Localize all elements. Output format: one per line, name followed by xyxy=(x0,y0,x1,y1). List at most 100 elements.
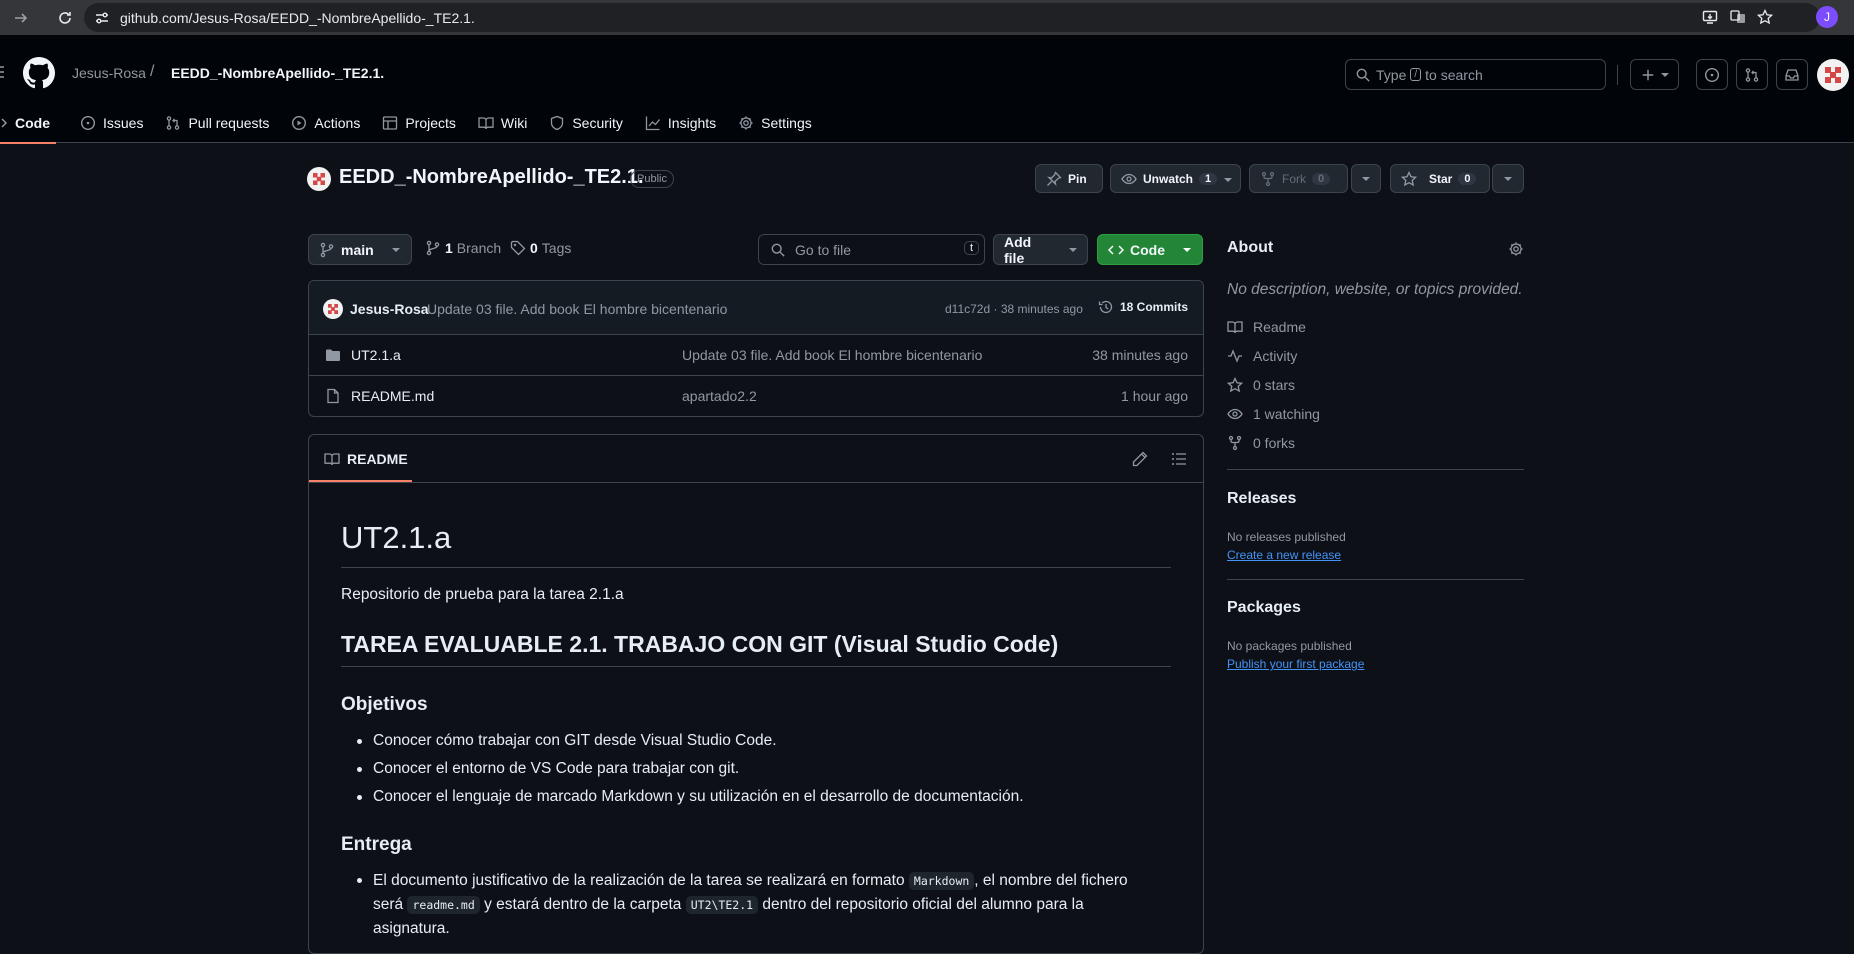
list-item: El documento justificativo de la realiza… xyxy=(341,869,1171,941)
reload-icon[interactable] xyxy=(52,5,78,31)
browser-profile-avatar[interactable]: J xyxy=(1816,6,1838,28)
address-bar[interactable]: github.com/Jesus-Rosa/EEDD_-NombreApelli… xyxy=(84,3,1820,32)
plus-icon xyxy=(1641,68,1655,82)
tag-label: Tags xyxy=(541,240,572,256)
repo-owner-avatar[interactable] xyxy=(307,167,331,191)
inbox-button[interactable] xyxy=(1776,59,1808,90)
tab-projects[interactable]: Projects xyxy=(372,103,468,143)
star-button[interactable]: Star 0 xyxy=(1390,164,1490,193)
book-icon xyxy=(1227,319,1243,335)
chevron-down-icon xyxy=(1362,175,1370,183)
chevron-down-icon xyxy=(1504,175,1512,183)
star-dropdown-button[interactable] xyxy=(1492,164,1524,193)
search-placeholder-after: to search xyxy=(1425,66,1483,83)
add-file-button[interactable]: Add file xyxy=(993,234,1088,266)
commit-message[interactable]: Update 03 file. Add book El hombre bicen… xyxy=(427,301,727,317)
menu-icon[interactable] xyxy=(0,58,6,86)
about-stars-link[interactable]: 0 stars xyxy=(1227,377,1295,393)
forward-icon[interactable] xyxy=(8,5,34,31)
about-readme-link[interactable]: Readme xyxy=(1227,319,1306,335)
commit-author[interactable]: Jesus-Rosa xyxy=(350,301,429,317)
issues-button[interactable] xyxy=(1696,59,1728,90)
about-item-label: Activity xyxy=(1253,348,1298,364)
about-forks-link[interactable]: 0 forks xyxy=(1227,435,1295,451)
tags-link[interactable]: 0 Tags xyxy=(510,240,571,256)
packages-title[interactable]: Packages xyxy=(1227,599,1301,617)
graph-icon xyxy=(645,115,661,131)
translate-icon[interactable] xyxy=(1730,9,1746,25)
list-outline-icon[interactable] xyxy=(1171,451,1187,467)
star-label: Star xyxy=(1429,171,1453,186)
create-release-link[interactable]: Create a new release xyxy=(1227,548,1341,562)
breadcrumb-owner[interactable]: Jesus-Rosa xyxy=(72,65,146,81)
readme-panel: README UT2.1.a Repositorio de prueba par… xyxy=(308,434,1204,954)
tab-security[interactable]: Security xyxy=(539,103,635,143)
search-shortcut-key: / xyxy=(1410,68,1422,81)
user-avatar[interactable] xyxy=(1817,59,1849,91)
bookmark-star-icon[interactable] xyxy=(1757,9,1773,25)
commits-link[interactable]: 18 Commits xyxy=(1098,299,1188,315)
readme-tab-underline xyxy=(309,480,412,482)
search-input[interactable]: Type / to search xyxy=(1345,59,1606,90)
unwatch-button[interactable]: Unwatch 1 xyxy=(1110,164,1241,193)
pull-requests-button[interactable] xyxy=(1736,59,1768,90)
fork-button[interactable]: Fork 0 xyxy=(1249,164,1348,193)
gear-icon[interactable] xyxy=(1508,241,1524,257)
tab-label: Wiki xyxy=(500,115,528,131)
repo-title[interactable]: EEDD_-NombreApellido-_TE2.1. xyxy=(339,166,644,189)
code-button[interactable]: Code xyxy=(1097,234,1203,265)
tab-code[interactable]: Code xyxy=(0,103,62,144)
fork-icon xyxy=(1227,435,1243,451)
readme-h3-objetivos: Objetivos xyxy=(341,694,428,715)
commits-count: 18 Commits xyxy=(1120,300,1189,314)
create-new-button[interactable] xyxy=(1630,59,1679,90)
file-name[interactable]: README.md xyxy=(351,388,434,404)
about-watching-link[interactable]: 1 watching xyxy=(1227,406,1320,422)
branch-icon xyxy=(425,240,441,256)
install-app-icon[interactable] xyxy=(1702,9,1718,25)
file-name[interactable]: UT2.1.a xyxy=(351,347,401,363)
pin-button[interactable]: Pin xyxy=(1035,164,1103,193)
url-text: github.com/Jesus-Rosa/EEDD_-NombreApelli… xyxy=(120,9,475,26)
branch-name: main xyxy=(341,241,374,258)
inline-code: UT2\TE2.1 xyxy=(685,896,759,914)
tab-actions[interactable]: Actions xyxy=(281,103,372,143)
history-icon xyxy=(1098,299,1114,315)
branches-link[interactable]: 1 Branch xyxy=(425,240,501,256)
file-commit-message[interactable]: apartado2.2 xyxy=(682,388,757,404)
about-activity-link[interactable]: Activity xyxy=(1227,348,1297,364)
publish-package-link[interactable]: Publish your first package xyxy=(1227,657,1364,671)
file-icon xyxy=(325,388,341,404)
fork-dropdown-button[interactable] xyxy=(1351,164,1381,193)
tab-issues[interactable]: Issues xyxy=(70,103,155,143)
file-commit-message[interactable]: Update 03 file. Add book El hombre bicen… xyxy=(682,347,982,363)
tab-pull-requests[interactable]: Pull requests xyxy=(155,103,281,143)
commit-author-avatar[interactable] xyxy=(323,299,343,319)
branch-label: Branch xyxy=(456,240,502,256)
releases-title[interactable]: Releases xyxy=(1227,490,1296,508)
tab-label: Issues xyxy=(103,115,144,131)
pencil-icon[interactable] xyxy=(1132,451,1148,467)
readme-tab[interactable]: README xyxy=(324,435,408,483)
commit-hash-time[interactable]: d11c72d · 38 minutes ago xyxy=(945,302,1083,316)
breadcrumb-repo[interactable]: EEDD_-NombreApellido-_TE2.1. xyxy=(171,65,384,81)
tab-settings[interactable]: Settings xyxy=(728,103,824,143)
tab-label: Pull requests xyxy=(188,115,270,131)
search-icon xyxy=(1356,68,1370,82)
github-logo-icon[interactable] xyxy=(23,57,55,89)
about-item-label: 1 watching xyxy=(1253,406,1320,422)
go-to-file-input[interactable]: Go to file t xyxy=(758,234,985,265)
star-icon xyxy=(1401,170,1417,187)
tab-label: Insights xyxy=(667,115,717,131)
latest-commit-row: Jesus-Rosa Update 03 file. Add book El h… xyxy=(309,281,1203,335)
tab-wiki[interactable]: Wiki xyxy=(468,103,539,143)
site-info-icon[interactable] xyxy=(94,10,110,26)
browser-toolbar: github.com/Jesus-Rosa/EEDD_-NombreApelli… xyxy=(0,0,1854,35)
visibility-badge: Public xyxy=(630,170,674,188)
file-row: README.md apartado2.2 1 hour ago xyxy=(309,376,1203,416)
tab-insights[interactable]: Insights xyxy=(635,103,728,143)
repo-tabs: Code Issues Pull requests Actions Projec… xyxy=(0,103,824,144)
tab-label: Code xyxy=(15,115,50,131)
header-divider xyxy=(1617,65,1618,85)
branch-select[interactable]: main xyxy=(308,234,412,265)
